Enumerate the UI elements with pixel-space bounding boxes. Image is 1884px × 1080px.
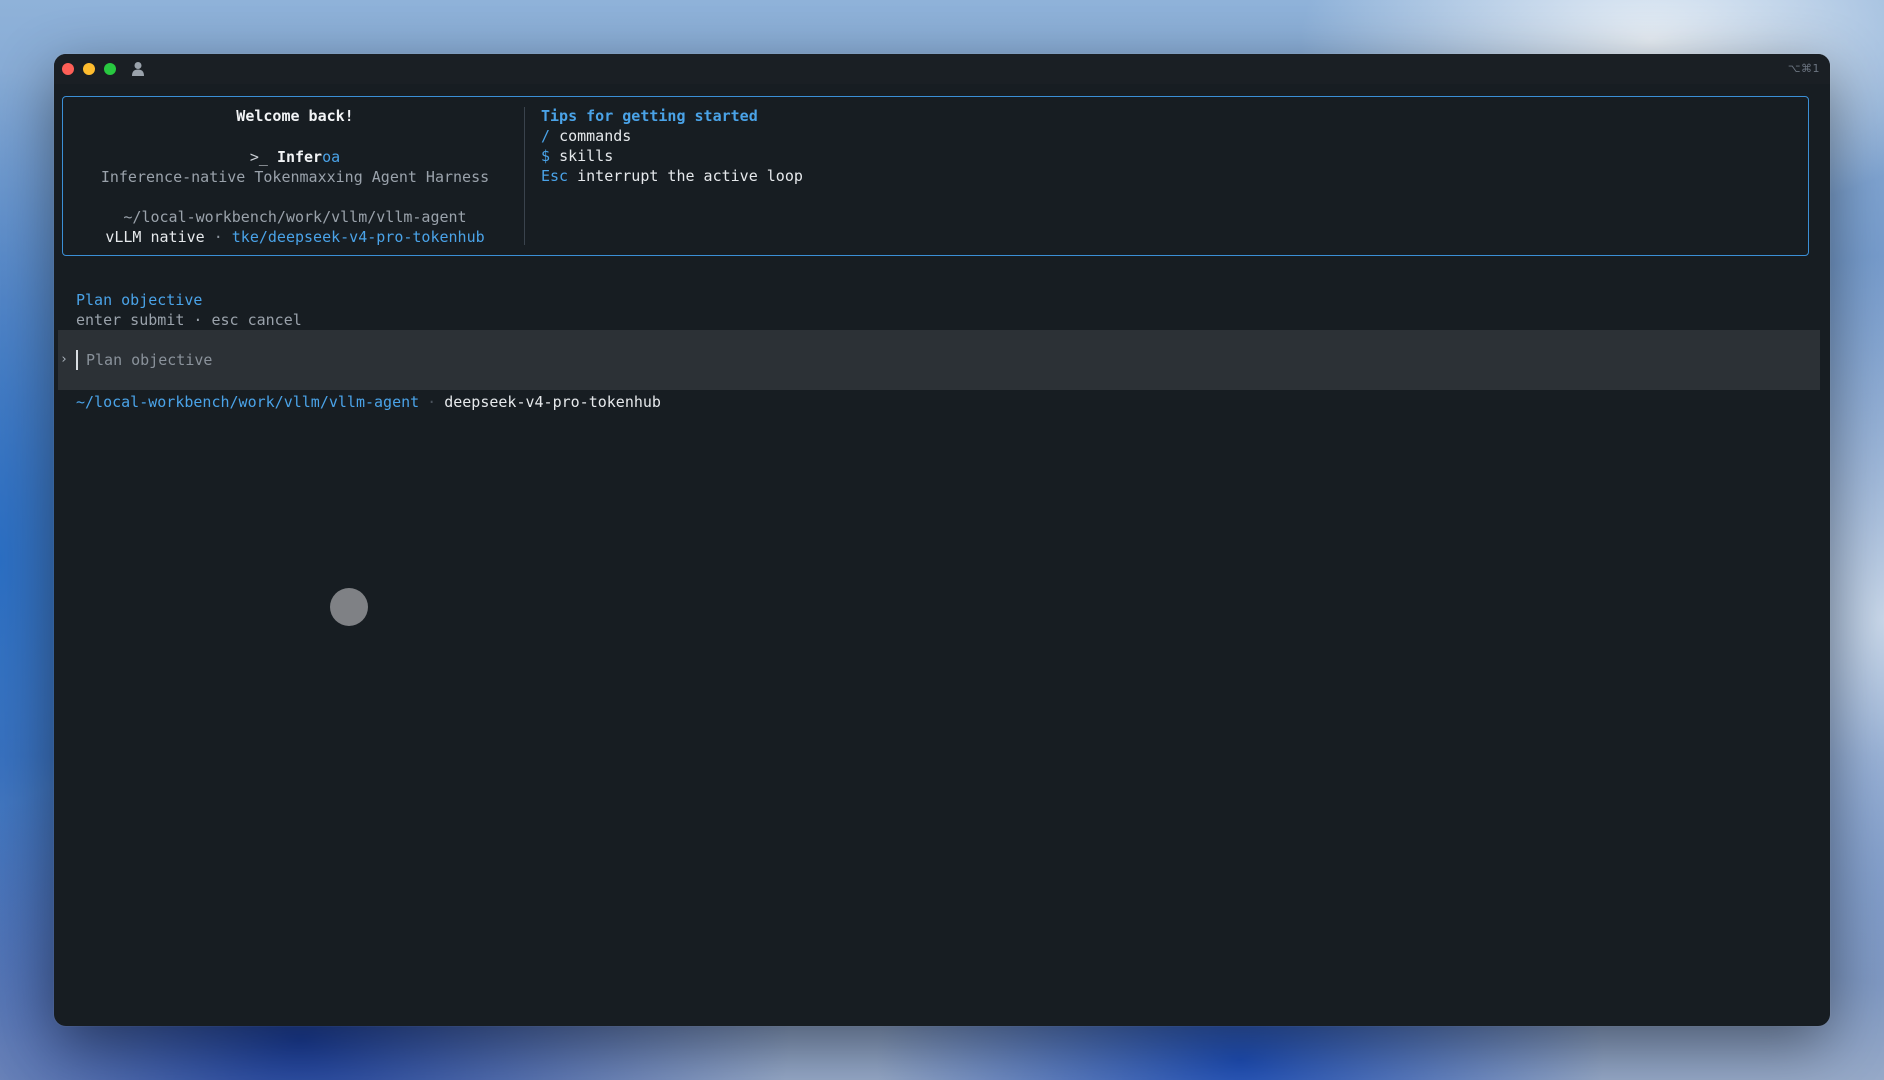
tip-key: $ <box>541 147 551 165</box>
brand-name: >_ Inferoa <box>63 147 527 167</box>
minimize-window-button[interactable] <box>83 63 95 75</box>
welcome-panel: Welcome back! >_ Inferoa Inference-nativ… <box>62 96 1809 256</box>
plan-objective-hint: enter submit · esc cancel <box>76 311 302 329</box>
brand-name-main: Infer <box>276 148 323 166</box>
terminal-window: ⌥⌘1 Welcome back! >_ Inferoa Inference-n… <box>54 54 1830 1026</box>
input-placeholder: Plan objective <box>86 351 213 369</box>
tip-item: Esc interrupt the active loop <box>541 166 1241 186</box>
maximize-window-button[interactable] <box>104 63 116 75</box>
user-icon <box>131 61 145 77</box>
text-caret <box>76 350 78 370</box>
status-separator: · <box>427 393 437 411</box>
brand-name-accent: oa <box>322 148 341 166</box>
chevron-right-icon: › <box>60 352 68 367</box>
welcome-title: Welcome back! <box>236 107 354 125</box>
plan-objective-input[interactable]: › Plan objective <box>58 330 1820 390</box>
model-name: tke/deepseek-v4-pro-tokenhub <box>231 228 485 246</box>
status-model: deepseek-v4-pro-tokenhub <box>444 393 661 411</box>
close-window-button[interactable] <box>62 63 74 75</box>
mouse-cursor-indicator <box>330 588 368 626</box>
working-directory: ~/local-workbench/work/vllm/vllm-agent <box>123 208 467 226</box>
tip-item: / commands <box>541 126 1241 146</box>
welcome-info: Welcome back! >_ Inferoa Inference-nativ… <box>63 97 527 255</box>
tip-text: skills <box>559 147 614 165</box>
backend-info: vLLM native · tke/deepseek-v4-pro-tokenh… <box>63 227 527 247</box>
tip-key: / <box>541 127 551 145</box>
window-shortcut-label: ⌥⌘1 <box>1787 62 1820 75</box>
titlebar: ⌥⌘1 <box>54 54 1830 84</box>
plan-objective-label: Plan objective <box>76 291 203 309</box>
panel-divider <box>524 107 525 245</box>
tip-key: Esc <box>541 167 569 185</box>
tip-item: $ skills <box>541 146 1241 166</box>
terminal-prompt-icon: >_ <box>249 148 268 166</box>
tips-title: Tips for getting started <box>541 107 758 125</box>
status-bar: ~/local-workbench/work/vllm/vllm-agent · d… <box>76 392 661 412</box>
status-path: ~/local-workbench/work/vllm/vllm-agent <box>76 393 420 411</box>
brand-subtitle: Inference-native Tokenmaxxing Agent Harn… <box>100 168 490 186</box>
backend-name: vLLM native <box>105 228 205 246</box>
backend-separator: · <box>213 228 223 246</box>
tip-text: commands <box>559 127 632 145</box>
tip-text: interrupt the active loop <box>577 167 803 185</box>
